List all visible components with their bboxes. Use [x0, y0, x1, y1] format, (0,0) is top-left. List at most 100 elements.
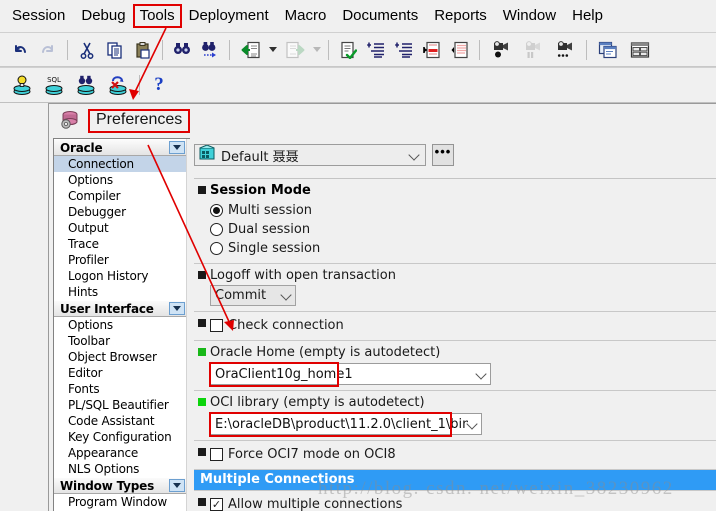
sidebar-item-program-window[interactable]: Program Window	[54, 494, 187, 510]
find-icon[interactable]	[169, 37, 195, 63]
menu-item-debug[interactable]: Debug	[73, 5, 133, 27]
profile-select[interactable]: Default 聂聂	[194, 143, 426, 166]
chevron-down-icon[interactable]	[169, 479, 185, 492]
radio-button-icon[interactable]	[210, 223, 223, 236]
preferences-database-icon	[59, 108, 81, 135]
menu-item-macro[interactable]: Macro	[277, 5, 335, 27]
sidebar-item-ui-options[interactable]: Options	[54, 317, 187, 333]
sidebar-item-object-browser[interactable]: Object Browser	[54, 349, 187, 365]
multiple-connections-header: Multiple Connections	[194, 470, 716, 490]
sidebar-item-editor[interactable]: Editor	[54, 365, 187, 381]
menu-item-deployment[interactable]: Deployment	[181, 5, 277, 27]
sidebar-item-label: Profiler	[68, 253, 109, 267]
menu-item-session[interactable]: Session	[4, 5, 73, 27]
sidebar-item-appearance[interactable]: Appearance	[54, 445, 187, 461]
help-icon[interactable]: ?	[146, 72, 172, 98]
copy-icon[interactable]	[102, 37, 128, 63]
check-connection-row[interactable]: Check connection	[210, 316, 711, 335]
toolbar-separator	[67, 39, 68, 60]
new-sql-window-icon[interactable]	[7, 72, 37, 98]
sidebar-group-label: User Interface	[60, 301, 154, 316]
rollback-database-icon[interactable]	[103, 72, 133, 98]
menu-item-help[interactable]: Help	[564, 5, 611, 27]
record-icon[interactable]	[486, 37, 516, 63]
sidebar-item-toolbar[interactable]: Toolbar	[54, 333, 187, 349]
open-dropdown-caret-icon[interactable]	[267, 37, 279, 63]
sidebar-group-user-interface[interactable]: User Interface	[54, 300, 187, 317]
chevron-down-icon[interactable]	[169, 141, 185, 154]
radio-dual-session[interactable]: Dual session	[210, 220, 711, 239]
sidebar-group-oracle[interactable]: Oracle	[54, 139, 187, 156]
chevron-down-icon[interactable]	[468, 420, 477, 429]
oci-library-select[interactable]: E:\oracleDB\product\11.2.0\client_1\bin\…	[210, 413, 482, 435]
cascade-windows-icon[interactable]	[593, 37, 623, 63]
execute-icon[interactable]	[335, 37, 361, 63]
row-marker	[194, 395, 210, 435]
tile-windows-icon[interactable]	[625, 37, 655, 63]
open-icon[interactable]	[236, 37, 266, 63]
chevron-down-icon[interactable]	[282, 291, 291, 300]
sidebar-item-label: Hints	[68, 285, 98, 299]
cut-icon[interactable]	[74, 37, 100, 63]
profile-more-button[interactable]: •••	[432, 144, 454, 166]
sidebar-scrollbar[interactable]	[186, 139, 190, 511]
sidebar-item-label: Connection	[68, 157, 134, 171]
sidebar-item-debugger[interactable]: Debugger	[54, 204, 187, 220]
oci-library-value: E:\oracleDB\product\11.2.0\client_1\bin\…	[215, 416, 468, 432]
menu-item-reports[interactable]: Reports	[426, 5, 495, 27]
sidebar-item-key-configuration[interactable]: Key Configuration	[54, 429, 187, 445]
breakpoint-start-icon[interactable]	[419, 37, 445, 63]
sidebar-item-plsql-beautifier[interactable]: PL/SQL Beautifier	[54, 397, 187, 413]
radio-single-session[interactable]: Single session	[210, 239, 711, 258]
logoff-select[interactable]: Commit	[210, 285, 296, 306]
radio-button-icon[interactable]	[210, 242, 223, 255]
menu-item-tools[interactable]: Tools	[132, 4, 182, 28]
undo-icon[interactable]	[7, 37, 33, 63]
checkbox-icon[interactable]	[210, 319, 223, 332]
allow-multiple-row[interactable]: ✓ Allow multiple connections	[210, 495, 711, 511]
radio-multi-session[interactable]: Multi session	[210, 201, 711, 220]
sidebar-item-code-assistant[interactable]: Code Assistant	[54, 413, 187, 429]
radio-button-icon[interactable]	[210, 204, 223, 217]
breakpoint-end-icon[interactable]	[447, 37, 473, 63]
sidebar-item-connection[interactable]: Connection	[54, 156, 187, 172]
chevron-down-icon[interactable]	[169, 302, 185, 315]
checkbox-icon[interactable]	[210, 448, 223, 461]
sidebar-item-label: Appearance	[68, 446, 139, 460]
force-oci7-row[interactable]: Force OCI7 mode on OCI8	[210, 445, 711, 464]
sidebar-item-fonts[interactable]: Fonts	[54, 381, 187, 397]
oracle-home-select[interactable]: OraClient10g_home1	[210, 363, 491, 385]
sidebar-item-label: Output	[68, 221, 109, 235]
sidebar-item-output[interactable]: Output	[54, 220, 187, 236]
stop-icon[interactable]	[550, 37, 580, 63]
sidebar-item-label: NLS Options	[68, 462, 140, 476]
force-oci7-label: Force OCI7 mode on OCI8	[228, 447, 396, 462]
sql-database-icon[interactable]: SQL	[39, 72, 69, 98]
menu-item-window[interactable]: Window	[495, 5, 564, 27]
row-marker	[194, 268, 210, 306]
checkbox-icon[interactable]: ✓	[210, 498, 223, 511]
outdent-icon[interactable]	[391, 37, 417, 63]
sidebar-item-logon-history[interactable]: Logon History	[54, 268, 187, 284]
sidebar-item-profiler[interactable]: Profiler	[54, 252, 187, 268]
sidebar-item-nls-options[interactable]: NLS Options	[54, 461, 187, 477]
sidebar-item-options[interactable]: Options	[54, 172, 187, 188]
sidebar-item-label: Logon History	[68, 269, 149, 283]
sidebar-item-hints[interactable]: Hints	[54, 284, 187, 300]
sidebar-item-compiler[interactable]: Compiler	[54, 188, 187, 204]
settings-list: Session Mode Multi session Dual session	[194, 178, 716, 511]
sidebar-item-trace[interactable]: Trace	[54, 236, 187, 252]
save-dropdown-caret-icon	[311, 37, 323, 63]
find-database-icon[interactable]	[71, 72, 101, 98]
find-next-icon[interactable]	[197, 37, 223, 63]
indent-icon[interactable]	[363, 37, 389, 63]
menu-item-documents[interactable]: Documents	[334, 5, 426, 27]
paste-icon[interactable]	[130, 37, 156, 63]
sidebar-group-window-types[interactable]: Window Types	[54, 477, 187, 494]
chevron-down-icon[interactable]	[477, 370, 486, 379]
marker-square-icon	[198, 186, 206, 194]
toolbar-separator	[479, 39, 480, 60]
chevron-down-icon[interactable]	[410, 151, 419, 160]
sidebar-item-label: Program Window	[68, 495, 167, 509]
sidebar-group-label: Window Types	[60, 478, 155, 493]
